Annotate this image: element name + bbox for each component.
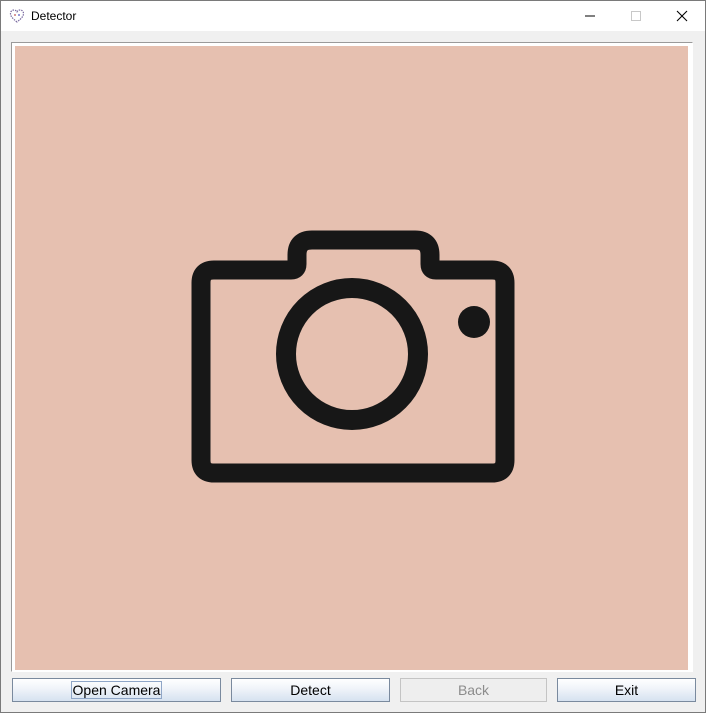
detect-button[interactable]: Detect — [231, 678, 390, 702]
detect-label: Detect — [290, 682, 331, 698]
title-bar[interactable]: Detector — [1, 1, 705, 31]
open-camera-label: Open Camera — [70, 681, 163, 699]
exit-button[interactable]: Exit — [557, 678, 696, 702]
minimize-icon — [585, 15, 595, 17]
back-label: Back — [457, 682, 490, 698]
close-button[interactable] — [659, 1, 705, 31]
maximize-icon — [631, 11, 641, 21]
app-window: Detector Open Camera Detect Back Exit — [0, 0, 706, 713]
window-title: Detector — [31, 9, 77, 23]
camera-preview — [15, 46, 688, 670]
camera-icon — [191, 230, 515, 483]
close-icon — [676, 10, 688, 22]
heart-outline-icon — [9, 8, 25, 24]
maximize-button[interactable] — [613, 1, 659, 31]
minimize-button[interactable] — [567, 1, 613, 31]
exit-label: Exit — [614, 682, 639, 698]
open-camera-button[interactable]: Open Camera — [12, 678, 221, 702]
back-button[interactable]: Back — [400, 678, 547, 702]
preview-panel — [11, 42, 693, 672]
